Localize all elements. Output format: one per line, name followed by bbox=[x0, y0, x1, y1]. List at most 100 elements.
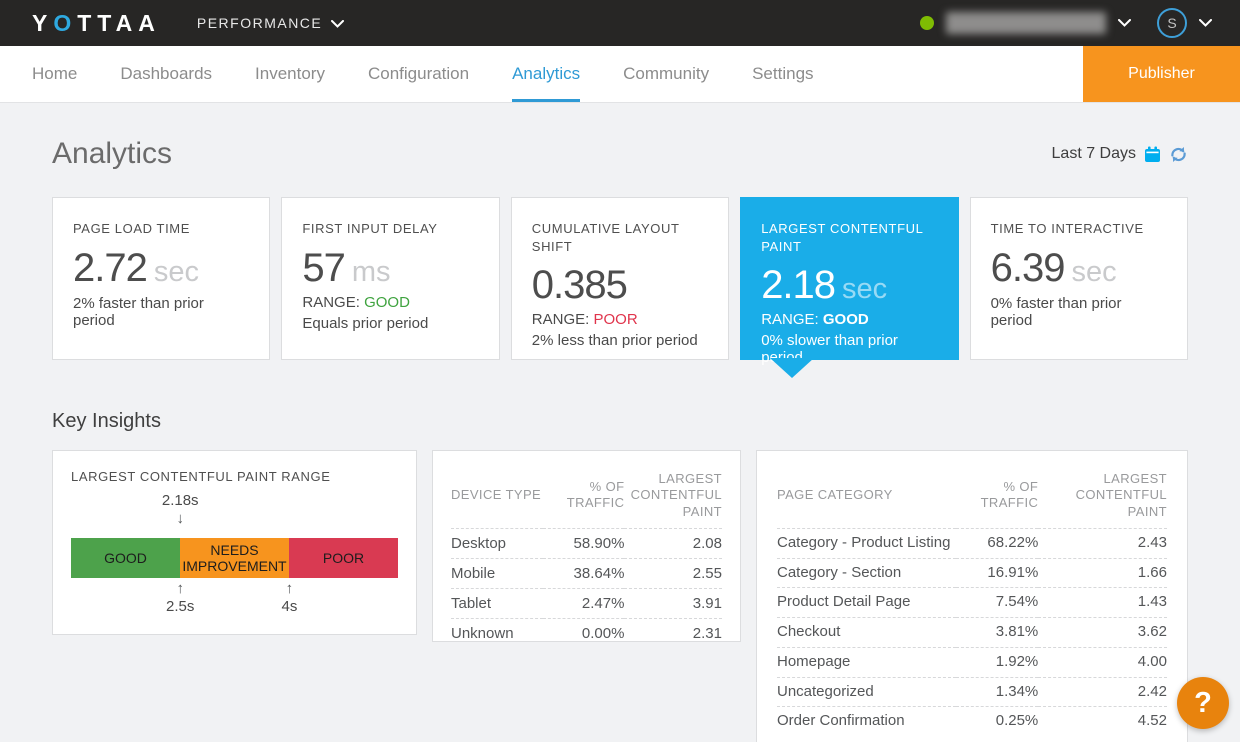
publisher-button[interactable]: Publisher bbox=[1083, 46, 1240, 102]
cell-traffic: 1.34% bbox=[956, 677, 1038, 707]
key-insights-title: Key Insights bbox=[52, 410, 1188, 433]
metric-card-time-to-interactive[interactable]: TIME TO INTERACTIVE 6.39 sec 0% faster t… bbox=[970, 197, 1188, 360]
metric-value: 2.18 bbox=[761, 263, 835, 308]
yottaa-logo[interactable]: YOTTAA bbox=[32, 10, 161, 37]
page-category-table: Page Category % of Traffic Largest Conte… bbox=[777, 467, 1167, 736]
range-label: RANGE: bbox=[761, 311, 819, 328]
cell-lcp: 2.31 bbox=[624, 618, 722, 648]
product-menu-dropdown[interactable]: PERFORMANCE bbox=[197, 15, 344, 31]
marker-arrow-down-icon: ↓ bbox=[162, 510, 199, 528]
nav-item-settings[interactable]: Settings bbox=[752, 46, 813, 102]
calendar-icon[interactable] bbox=[1144, 146, 1161, 163]
marker-arrow-up-icon: ↑ bbox=[282, 580, 298, 598]
table-row: Checkout 3.81% 3.62 bbox=[777, 618, 1167, 648]
main-nav: Home Dashboards Inventory Configuration … bbox=[0, 46, 1240, 103]
cell-lcp: 1.66 bbox=[1038, 558, 1167, 588]
range-value: GOOD bbox=[364, 294, 410, 311]
help-button[interactable]: ? bbox=[1177, 677, 1229, 729]
metric-range: RANGE: GOOD bbox=[302, 294, 478, 311]
metric-card-first-input-delay[interactable]: FIRST INPUT DELAY 57 ms RANGE: GOOD Equa… bbox=[281, 197, 499, 360]
cell-device: Unknown bbox=[451, 618, 543, 648]
site-name-redacted bbox=[946, 12, 1106, 34]
nav-item-dashboards[interactable]: Dashboards bbox=[120, 46, 212, 102]
cell-traffic: 68.22% bbox=[956, 528, 1038, 558]
metric-change: 2% less than prior period bbox=[532, 332, 708, 349]
table-row: Product Detail Page 7.54% 1.43 bbox=[777, 588, 1167, 618]
cell-traffic: 0.25% bbox=[956, 707, 1038, 736]
nav-item-configuration[interactable]: Configuration bbox=[368, 46, 469, 102]
metric-range: RANGE: POOR bbox=[532, 311, 708, 328]
lcp-range-bar: GOOD NEEDS IMPROVEMENT POOR bbox=[71, 538, 398, 578]
cell-traffic: 0.00% bbox=[543, 618, 624, 648]
nav-item-inventory[interactable]: Inventory bbox=[255, 46, 325, 102]
table-row: Order Confirmation 0.25% 4.52 bbox=[777, 707, 1167, 736]
avatar[interactable]: S bbox=[1157, 8, 1187, 38]
metric-card-cumulative-layout-shift[interactable]: CUMULATIVE LAYOUT SHIFT 0.385 RANGE: POO… bbox=[511, 197, 729, 360]
metric-title: LARGEST CONTENTFUL PAINT bbox=[761, 220, 937, 255]
column-header-device-type: Device Type bbox=[451, 467, 543, 528]
metric-change: 0% slower than prior period bbox=[761, 332, 937, 366]
nav-item-analytics[interactable]: Analytics bbox=[512, 46, 580, 102]
metric-unit: sec bbox=[1071, 256, 1116, 289]
column-header-traffic: % of Traffic bbox=[956, 467, 1038, 528]
product-menu-label: PERFORMANCE bbox=[197, 15, 322, 31]
range-label: RANGE: bbox=[532, 311, 590, 328]
nav-item-community[interactable]: Community bbox=[623, 46, 709, 102]
cell-lcp: 2.55 bbox=[624, 558, 722, 588]
metric-value: 57 bbox=[302, 246, 345, 291]
date-range-label: Last 7 Days bbox=[1052, 145, 1136, 163]
cell-lcp: 3.62 bbox=[1038, 618, 1167, 648]
range-segment-good: GOOD bbox=[71, 538, 180, 578]
range-value: GOOD bbox=[823, 311, 869, 328]
table-row: Uncategorized 1.34% 2.42 bbox=[777, 677, 1167, 707]
topbar: YOTTAA PERFORMANCE S bbox=[0, 0, 1240, 46]
device-type-table: Device Type % of Traffic Largest Content… bbox=[451, 467, 722, 648]
logo-text: TTAA bbox=[77, 10, 161, 36]
range-segment-needs-improvement: NEEDS IMPROVEMENT bbox=[180, 538, 289, 578]
column-header-page-category: Page Category bbox=[777, 467, 956, 528]
lcp-range-card: LARGEST CONTENTFUL PAINT RANGE 2.18s ↓ G… bbox=[52, 450, 417, 635]
cell-traffic: 38.64% bbox=[543, 558, 624, 588]
refresh-icon[interactable] bbox=[1169, 146, 1188, 163]
cell-lcp: 2.43 bbox=[1038, 528, 1167, 558]
cell-lcp: 3.91 bbox=[624, 588, 722, 618]
chevron-down-icon[interactable] bbox=[1118, 14, 1131, 32]
metric-unit: sec bbox=[842, 273, 887, 306]
cell-lcp: 1.43 bbox=[1038, 588, 1167, 618]
cell-traffic: 3.81% bbox=[956, 618, 1038, 648]
metric-unit: sec bbox=[154, 256, 199, 289]
metric-change: 2% faster than prior period bbox=[73, 295, 249, 329]
avatar-initial: S bbox=[1167, 15, 1176, 31]
table-header-row: Device Type % of Traffic Largest Content… bbox=[451, 467, 722, 528]
metric-title: FIRST INPUT DELAY bbox=[302, 220, 478, 238]
cell-category: Homepage bbox=[777, 647, 956, 677]
table-row: Category - Section 16.91% 1.66 bbox=[777, 558, 1167, 588]
column-header-traffic: % of Traffic bbox=[543, 467, 624, 528]
cell-category: Uncategorized bbox=[777, 677, 956, 707]
metric-title: CUMULATIVE LAYOUT SHIFT bbox=[532, 220, 708, 255]
metric-unit: ms bbox=[352, 256, 391, 289]
table-row: Category - Product Listing 68.22% 2.43 bbox=[777, 528, 1167, 558]
metric-card-page-load-time[interactable]: PAGE LOAD TIME 2.72 sec 2% faster than p… bbox=[52, 197, 270, 360]
cell-category: Checkout bbox=[777, 618, 956, 648]
cell-device: Mobile bbox=[451, 558, 543, 588]
metric-title: TIME TO INTERACTIVE bbox=[991, 220, 1167, 238]
table-row: Desktop 58.90% 2.08 bbox=[451, 528, 722, 558]
metric-card-largest-contentful-paint[interactable]: LARGEST CONTENTFUL PAINT 2.18 sec RANGE:… bbox=[740, 197, 958, 360]
date-range-control[interactable]: Last 7 Days bbox=[1052, 145, 1188, 163]
chevron-down-icon[interactable] bbox=[1199, 14, 1212, 32]
cell-lcp: 4.52 bbox=[1038, 707, 1167, 736]
cell-lcp: 2.08 bbox=[624, 528, 722, 558]
cell-traffic: 7.54% bbox=[956, 588, 1038, 618]
cell-lcp: 2.42 bbox=[1038, 677, 1167, 707]
page-header: Analytics Last 7 Days bbox=[52, 137, 1188, 171]
metric-value: 6.39 bbox=[991, 246, 1065, 291]
logo-text: Y bbox=[32, 10, 53, 36]
site-status-dot bbox=[920, 16, 934, 30]
main-content: Analytics Last 7 Days PAGE LOAD TIME 2.7… bbox=[0, 137, 1240, 742]
cell-traffic: 16.91% bbox=[956, 558, 1038, 588]
metric-change: Equals prior period bbox=[302, 315, 478, 332]
chevron-down-icon bbox=[331, 15, 344, 31]
nav-item-home[interactable]: Home bbox=[32, 46, 77, 102]
table-row: Homepage 1.92% 4.00 bbox=[777, 647, 1167, 677]
